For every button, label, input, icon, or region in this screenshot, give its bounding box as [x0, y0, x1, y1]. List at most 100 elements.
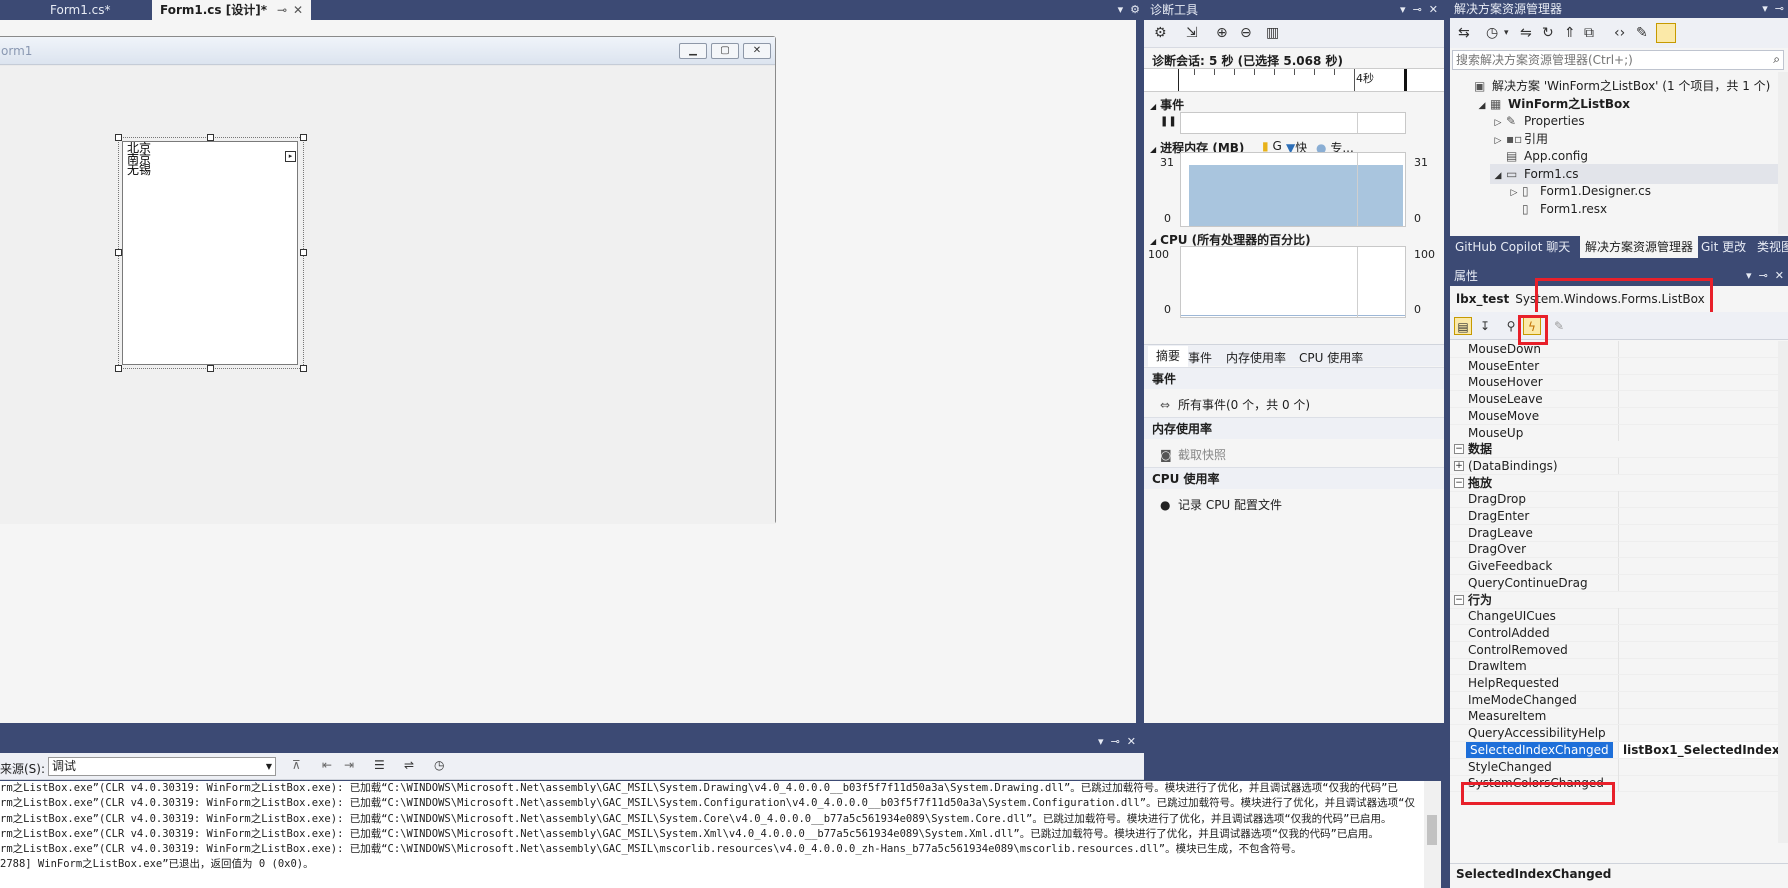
- chevron-down-icon[interactable]: ▾: [1762, 2, 1768, 15]
- pin-icon[interactable]: ⊸: [277, 3, 287, 17]
- pin-icon[interactable]: ⊸: [1111, 735, 1120, 748]
- property-row[interactable]: ControlAdded: [1450, 624, 1788, 642]
- chevron-down-icon[interactable]: ▾: [1098, 735, 1104, 748]
- pin-icon[interactable]: ⊸: [1413, 3, 1422, 16]
- resize-handle[interactable]: [300, 134, 307, 141]
- resize-handle[interactable]: [115, 249, 122, 256]
- property-value[interactable]: [1618, 457, 1788, 474]
- collapse-all-icon[interactable]: ⇑: [1564, 25, 1576, 41]
- word-wrap-icon[interactable]: ⇌: [404, 758, 414, 772]
- wrench-icon[interactable]: ✎: [1636, 25, 1648, 41]
- tab-form1-designer[interactable]: Form1.cs [设计]* ⊸ ✕: [152, 0, 312, 20]
- property-row[interactable]: DragEnter: [1450, 508, 1788, 525]
- view-code-icon[interactable]: ‹›: [1614, 25, 1625, 41]
- preview-selected-items-icon[interactable]: [1656, 23, 1676, 43]
- property-value[interactable]: [1618, 725, 1788, 742]
- property-row[interactable]: ControlRemoved: [1450, 641, 1788, 659]
- tab-solution-explorer[interactable]: 解决方案资源管理器: [1580, 236, 1699, 258]
- events-section-head[interactable]: ◢ 事件: [1150, 96, 1184, 113]
- property-value[interactable]: [1618, 775, 1788, 792]
- property-row[interactable]: MouseEnter: [1450, 357, 1788, 375]
- property-value[interactable]: [1618, 691, 1788, 708]
- memory-chart[interactable]: [1180, 152, 1406, 227]
- refresh-icon[interactable]: ↻: [1542, 25, 1554, 41]
- property-value[interactable]: [1618, 374, 1788, 391]
- show-all-files-icon[interactable]: ⧉: [1584, 25, 1594, 41]
- property-value[interactable]: [1618, 424, 1788, 441]
- property-value[interactable]: listBox1_SelectedIndexC⌄: [1618, 741, 1788, 758]
- property-row[interactable]: ChangeUICues: [1450, 608, 1788, 626]
- clock-icon[interactable]: ◷: [434, 758, 444, 772]
- property-value[interactable]: [1618, 758, 1788, 775]
- gear-icon[interactable]: ⚙: [1130, 3, 1140, 16]
- take-snapshot-button[interactable]: ◙ 截取快照: [1160, 446, 1226, 463]
- property-value[interactable]: [1618, 675, 1788, 691]
- output-scrollbar[interactable]: [1424, 781, 1441, 888]
- output-source-select[interactable]: 调试 ▼: [48, 757, 276, 776]
- close-icon[interactable]: ✕: [1775, 269, 1784, 282]
- tab-summary[interactable]: 摘要: [1148, 346, 1189, 367]
- tab-git-changes[interactable]: Git 更改: [1696, 236, 1751, 258]
- property-value[interactable]: [1618, 574, 1788, 591]
- property-value[interactable]: [1618, 491, 1788, 508]
- property-row[interactable]: MouseDown: [1450, 341, 1788, 358]
- property-row[interactable]: HelpRequested: [1450, 675, 1788, 692]
- solution-scrollbar[interactable]: [1778, 72, 1788, 234]
- property-row[interactable]: MouseHover: [1450, 374, 1788, 392]
- properties-scrollbar[interactable]: [1778, 341, 1788, 843]
- property-category[interactable]: − 行为: [1450, 591, 1788, 609]
- tab-cpu-usage[interactable]: CPU 使用率: [1299, 349, 1363, 366]
- record-cpu-profile-button[interactable]: ● 记录 CPU 配置文件: [1160, 496, 1282, 513]
- property-row[interactable]: + (DataBindings): [1450, 457, 1788, 475]
- tree-item[interactable]: ▯ Form1.resx: [1506, 199, 1778, 219]
- form-window[interactable]: orm1 ▁ ▢ ✕: [0, 36, 776, 524]
- property-row[interactable]: DrawItem: [1450, 658, 1788, 676]
- output-text-area[interactable]: rm之ListBox.exe”(CLR v4.0.30319: WinForm之…: [0, 781, 1424, 888]
- pending-changes-icon[interactable]: ⇋: [1520, 25, 1532, 41]
- resize-handle[interactable]: [207, 365, 214, 372]
- sync-icon[interactable]: ⇆: [1458, 25, 1470, 41]
- resize-handle[interactable]: [115, 365, 122, 372]
- collapse-icon[interactable]: −: [1454, 594, 1464, 605]
- property-row[interactable]: ImeModeChanged: [1450, 691, 1788, 709]
- resize-handle[interactable]: [207, 134, 214, 141]
- chevron-down-icon[interactable]: ▾: [1400, 3, 1406, 16]
- property-row[interactable]: DragDrop: [1450, 491, 1788, 509]
- zoom-in-icon[interactable]: ⊕: [1216, 25, 1228, 41]
- scroll-thumb[interactable]: [1427, 815, 1437, 845]
- list-item[interactable]: 无锡: [123, 164, 297, 176]
- cpu-chart[interactable]: [1180, 246, 1406, 318]
- tab-events[interactable]: 事件: [1188, 349, 1212, 366]
- pause-icon[interactable]: ❚❚: [1160, 116, 1177, 127]
- tab-memory-usage[interactable]: 内存使用率: [1226, 349, 1286, 366]
- property-value[interactable]: [1618, 541, 1788, 558]
- prev-message-icon[interactable]: ⇤: [322, 758, 332, 772]
- expand-icon[interactable]: +: [1454, 460, 1464, 471]
- history-icon[interactable]: ◷: [1486, 25, 1498, 41]
- gear-icon[interactable]: ⚙: [1154, 25, 1167, 41]
- resize-handle[interactable]: [300, 249, 307, 256]
- zoom-out-icon[interactable]: ⊖: [1240, 25, 1252, 41]
- solution-search[interactable]: ⌕: [1452, 50, 1784, 70]
- close-icon[interactable]: ✕: [1127, 735, 1136, 748]
- property-value[interactable]: [1618, 624, 1788, 641]
- chevron-down-icon[interactable]: ▾: [1504, 28, 1509, 38]
- property-value[interactable]: [1618, 407, 1788, 424]
- property-row[interactable]: MeasureItem: [1450, 708, 1788, 726]
- property-value[interactable]: [1618, 558, 1788, 575]
- next-message-icon[interactable]: ⇥: [344, 758, 354, 772]
- property-category[interactable]: − 数据: [1450, 441, 1788, 459]
- property-row[interactable]: DragLeave: [1450, 524, 1788, 542]
- property-row[interactable]: StyleChanged: [1450, 758, 1788, 776]
- property-row[interactable]: QueryContinueDrag: [1450, 574, 1788, 592]
- collapse-icon[interactable]: −: [1454, 477, 1464, 488]
- find-icon[interactable]: ⊼: [292, 758, 301, 772]
- property-row[interactable]: MouseLeave: [1450, 391, 1788, 409]
- search-icon[interactable]: ⌕: [1773, 52, 1780, 67]
- listbox-control[interactable]: 北京 南京 无锡: [122, 141, 298, 365]
- tab-class-view[interactable]: 类视图: [1752, 236, 1788, 258]
- tab-form1-code[interactable]: Form1.cs*: [42, 0, 119, 20]
- categorized-icon[interactable]: ▤: [1454, 317, 1472, 335]
- property-value[interactable]: [1618, 391, 1788, 408]
- property-value[interactable]: [1618, 508, 1788, 524]
